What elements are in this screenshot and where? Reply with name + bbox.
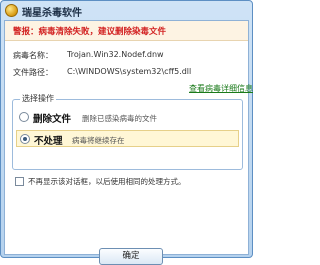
no-action-radio[interactable] bbox=[20, 134, 30, 144]
alert-message: 警报：病毒清除失败，建议删除染毒文件 bbox=[13, 27, 167, 37]
option-delete-file[interactable]: 删除文件 删除已感染病毒的文件 bbox=[16, 109, 239, 126]
virus-name-value: Trojan.Win32.Nodef.dnw bbox=[67, 50, 164, 59]
dialog-body: 警报：病毒清除失败，建议删除染毒文件 病毒名称： Trojan.Win32.No… bbox=[4, 20, 253, 265]
remember-choice-checkbox[interactable] bbox=[15, 177, 24, 186]
window-title: 瑞星杀毒软件 bbox=[22, 8, 82, 19]
ok-button[interactable]: 确定 bbox=[99, 248, 163, 265]
antivirus-alert-dialog: 瑞星杀毒软件 警报：病毒清除失败，建议删除染毒文件 病毒名称： Trojan.W… bbox=[0, 0, 253, 265]
title-bar[interactable]: 瑞星杀毒软件 bbox=[1, 1, 252, 21]
action-groupbox: 选择操作 删除文件 删除已感染病毒的文件 不处理 病毒将继续存在 bbox=[12, 93, 243, 170]
remember-choice-row[interactable]: 不再显示该对话框，以后使用相同的处理方式。 bbox=[15, 176, 245, 188]
action-group-label: 选择操作 bbox=[20, 93, 56, 104]
rising-logo-icon bbox=[5, 4, 18, 17]
file-path-label: 文件路径： bbox=[13, 68, 53, 77]
virus-name-label: 病毒名称： bbox=[13, 51, 53, 60]
remember-choice-label: 不再显示该对话框，以后使用相同的处理方式。 bbox=[28, 177, 186, 186]
file-path-value: C:\WINDOWS\system32\cff5.dll bbox=[67, 67, 192, 76]
delete-file-radio[interactable] bbox=[19, 112, 29, 122]
view-virus-details-link[interactable]: 查看病毒详细信息 bbox=[189, 83, 253, 94]
option-delete-title: 删除文件 bbox=[33, 114, 72, 125]
option-no-action[interactable]: 不处理 病毒将继续存在 bbox=[16, 130, 239, 147]
option-no-action-title: 不处理 bbox=[34, 136, 63, 147]
option-no-action-description: 病毒将继续存在 bbox=[72, 136, 125, 145]
alert-banner: 警报：病毒清除失败，建议删除染毒文件 bbox=[5, 21, 248, 41]
option-delete-description: 删除已感染病毒的文件 bbox=[82, 114, 157, 123]
